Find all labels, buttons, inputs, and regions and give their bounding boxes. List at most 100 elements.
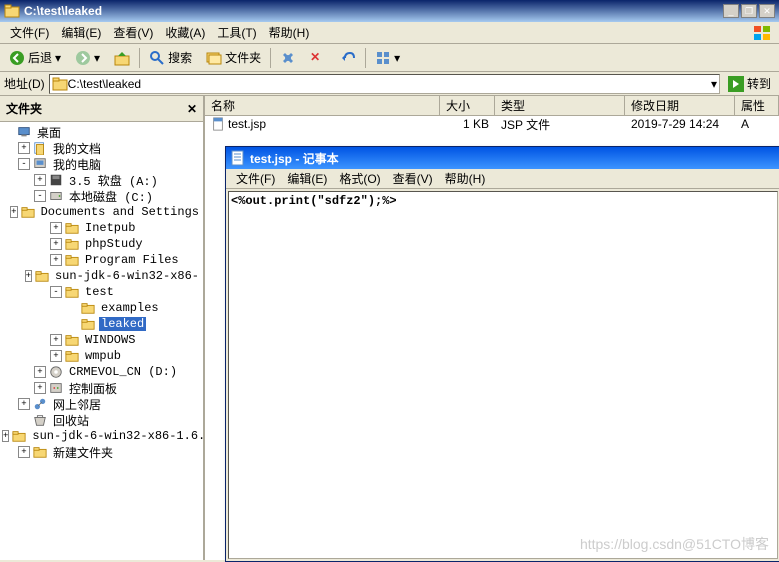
tree-item[interactable]: -我的电脑 <box>2 156 201 172</box>
tree-toggle[interactable]: + <box>18 142 30 154</box>
folder-icon <box>20 205 36 219</box>
folder-open-icon <box>52 76 68 92</box>
tree-label: WINDOWS <box>83 333 137 347</box>
tree-label: Program Files <box>83 253 181 267</box>
tree-item[interactable]: -本地磁盘 (C:) <box>2 188 201 204</box>
file-row[interactable]: test.jsp1 KBJSP 文件2019-7-29 14:24A <box>205 116 779 132</box>
delete-button[interactable]: ✕ <box>305 47 331 69</box>
address-input-wrapper[interactable]: ▾ <box>49 74 720 94</box>
tree-item[interactable]: +sun-jdk-6-win32-x86- <box>2 268 201 284</box>
computer-icon <box>32 157 48 171</box>
col-modified[interactable]: 修改日期 <box>625 96 735 115</box>
tree-toggle[interactable]: - <box>18 158 30 170</box>
tree-item[interactable]: +我的文档 <box>2 140 201 156</box>
sidebar-header: 文件夹 ✕ <box>0 96 203 122</box>
action-button[interactable] <box>275 47 301 69</box>
tree-label: 回收站 <box>51 412 91 429</box>
back-label: 后退 <box>28 49 52 66</box>
undo-button[interactable] <box>335 47 361 69</box>
notepad-menu-edit[interactable]: 编辑(E) <box>281 168 333 189</box>
tree-toggle[interactable]: + <box>50 350 62 362</box>
go-button[interactable]: 转到 <box>724 73 775 94</box>
notepad-titlebar[interactable]: test.jsp - 记事本 <box>226 147 779 169</box>
chevron-down-icon: ▾ <box>94 51 100 65</box>
folder-icon <box>64 237 80 251</box>
tree-toggle[interactable]: - <box>50 286 62 298</box>
tree-item[interactable]: +新建文件夹 <box>2 444 201 460</box>
tree-item[interactable]: + WINDOWS <box>2 332 201 348</box>
tree-item[interactable]: 桌面 <box>2 124 201 140</box>
file-attr: A <box>735 116 755 132</box>
minimize-button[interactable]: _ <box>723 4 739 18</box>
tree-toggle[interactable]: + <box>18 398 30 410</box>
folder-tree[interactable]: 桌面+我的文档-我的电脑+3.5 软盘 (A:)-本地磁盘 (C:)+Docum… <box>0 122 203 560</box>
close-sidebar-button[interactable]: ✕ <box>187 102 197 116</box>
menu-help[interactable]: 帮助(H) <box>263 22 316 43</box>
tree-item[interactable]: +wmpub <box>2 348 201 364</box>
tree-item[interactable]: +Documents and Settings <box>2 204 201 220</box>
tree-item[interactable]: +3.5 软盘 (A:) <box>2 172 201 188</box>
chevron-down-icon: ▾ <box>394 51 400 65</box>
notepad-menu-view[interactable]: 查看(V) <box>387 168 439 189</box>
window-title: C:\test\leaked <box>24 4 723 18</box>
maximize-button[interactable]: ❐ <box>741 4 757 18</box>
menu-edit[interactable]: 编辑(E) <box>55 22 107 43</box>
recycle-icon <box>32 413 48 427</box>
search-button[interactable]: 搜索 <box>144 46 197 69</box>
folder-icon <box>64 333 80 347</box>
notepad-title: test.jsp - 记事本 <box>250 150 776 167</box>
tree-toggle[interactable]: + <box>34 174 46 186</box>
notepad-window[interactable]: test.jsp - 记事本 文件(F) 编辑(E) 格式(O) 查看(V) 帮… <box>225 146 779 562</box>
tree-item[interactable]: +CRMEVOL_CN (D:) <box>2 364 201 380</box>
notepad-menu-file[interactable]: 文件(F) <box>230 168 281 189</box>
tree-toggle[interactable]: + <box>18 446 30 458</box>
notepad-menu-help[interactable]: 帮助(H) <box>439 168 492 189</box>
tree-toggle[interactable]: + <box>34 382 46 394</box>
views-button[interactable]: ▾ <box>370 47 405 69</box>
tree-toggle[interactable]: + <box>25 270 32 282</box>
folders-button[interactable]: 文件夹 <box>201 46 266 69</box>
tree-item[interactable]: 回收站 <box>2 412 201 428</box>
tree-item[interactable]: leaked <box>2 316 201 332</box>
back-button[interactable]: 后退 ▾ <box>4 46 66 69</box>
col-name[interactable]: 名称 <box>205 96 440 115</box>
address-input[interactable] <box>68 77 711 91</box>
chevron-down-icon[interactable]: ▾ <box>711 77 717 91</box>
tree-toggle[interactable]: + <box>2 430 9 442</box>
menu-view[interactable]: 查看(V) <box>107 22 159 43</box>
forward-button[interactable]: ▾ <box>70 47 105 69</box>
tree-item[interactable]: +网上邻居 <box>2 396 201 412</box>
cdrom-icon <box>48 365 64 379</box>
notepad-menu-format[interactable]: 格式(O) <box>333 168 386 189</box>
col-type[interactable]: 类型 <box>495 96 625 115</box>
tree-item[interactable]: +phpStudy <box>2 236 201 252</box>
tree-item[interactable]: +Inetpub <box>2 220 201 236</box>
menu-tools[interactable]: 工具(T) <box>211 22 262 43</box>
folder-icon <box>64 253 80 267</box>
close-button[interactable]: ✕ <box>759 4 775 18</box>
tree-toggle[interactable]: + <box>10 206 17 218</box>
col-attr[interactable]: 属性 <box>735 96 779 115</box>
tree-toggle[interactable]: + <box>34 366 46 378</box>
tree-item[interactable]: -test <box>2 284 201 300</box>
tree-toggle[interactable]: + <box>50 222 62 234</box>
tree-item[interactable]: +sun-jdk-6-win32-x86-1.6.0. <box>2 428 201 444</box>
file-list-pane: 名称 大小 类型 修改日期 属性 test.jsp1 KBJSP 文件2019-… <box>205 96 779 560</box>
tree-toggle[interactable]: - <box>34 190 46 202</box>
menu-file[interactable]: 文件(F) <box>4 22 55 43</box>
folder-icon <box>34 269 50 283</box>
up-button[interactable] <box>109 47 135 69</box>
notepad-textarea[interactable]: <%out.print("sdfz2");%> <box>228 191 778 559</box>
menu-favorites[interactable]: 收藏(A) <box>159 22 211 43</box>
tree-toggle[interactable]: + <box>50 238 62 250</box>
folder-icon <box>64 349 80 363</box>
tree-toggle[interactable]: + <box>50 334 62 346</box>
folder-icon <box>64 221 80 235</box>
tree-item[interactable]: + Program Files <box>2 252 201 268</box>
tree-toggle[interactable]: + <box>50 254 62 266</box>
tree-item[interactable]: +控制面板 <box>2 380 201 396</box>
undo-icon <box>340 50 356 66</box>
tree-item[interactable]: examples <box>2 300 201 316</box>
col-size[interactable]: 大小 <box>440 96 495 115</box>
explorer-toolbar: 后退 ▾ ▾ 搜索 文件夹 ✕ ▾ <box>0 44 779 72</box>
